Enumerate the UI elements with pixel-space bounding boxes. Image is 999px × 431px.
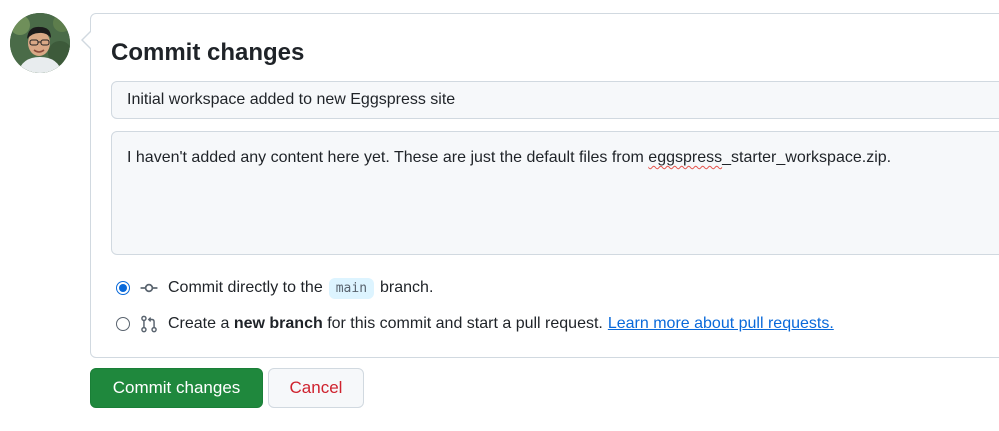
description-misspelled-word: eggspress <box>648 149 723 166</box>
dialog-pointer-fill <box>83 32 91 48</box>
description-text-end: _starter_workspace.zip. <box>722 149 892 166</box>
option-direct-suffix: branch. <box>380 279 434 296</box>
option-direct-prefix: Commit directly to the <box>168 279 323 296</box>
commit-description-textarea[interactable]: I haven't added any content here yet. Th… <box>111 131 999 255</box>
option-new-suffix: for this commit and start a pull request… <box>327 315 603 332</box>
radio-new-branch[interactable] <box>116 317 130 331</box>
branch-name-badge: main <box>328 277 375 299</box>
option-new-prefix: Create a <box>168 315 230 332</box>
dialog-title: Commit changes <box>111 39 305 66</box>
option-new-bold: new branch <box>233 315 323 332</box>
git-commit-icon <box>139 278 159 298</box>
git-pull-request-icon <box>139 314 159 334</box>
commit-summary-input[interactable] <box>111 81 999 119</box>
cancel-button[interactable]: Cancel <box>268 368 364 408</box>
learn-more-link[interactable]: Learn more about pull requests. <box>608 315 834 333</box>
option-new-branch[interactable]: Create a new branch for this commit and … <box>116 313 834 335</box>
description-text: I haven't added any content here yet. Th… <box>127 149 649 166</box>
commit-changes-button[interactable]: Commit changes <box>90 368 263 408</box>
option-commit-direct[interactable]: Commit directly to the main branch. <box>116 277 433 299</box>
avatar-image <box>10 13 70 73</box>
radio-commit-direct[interactable] <box>116 281 130 295</box>
user-avatar[interactable] <box>10 13 70 73</box>
